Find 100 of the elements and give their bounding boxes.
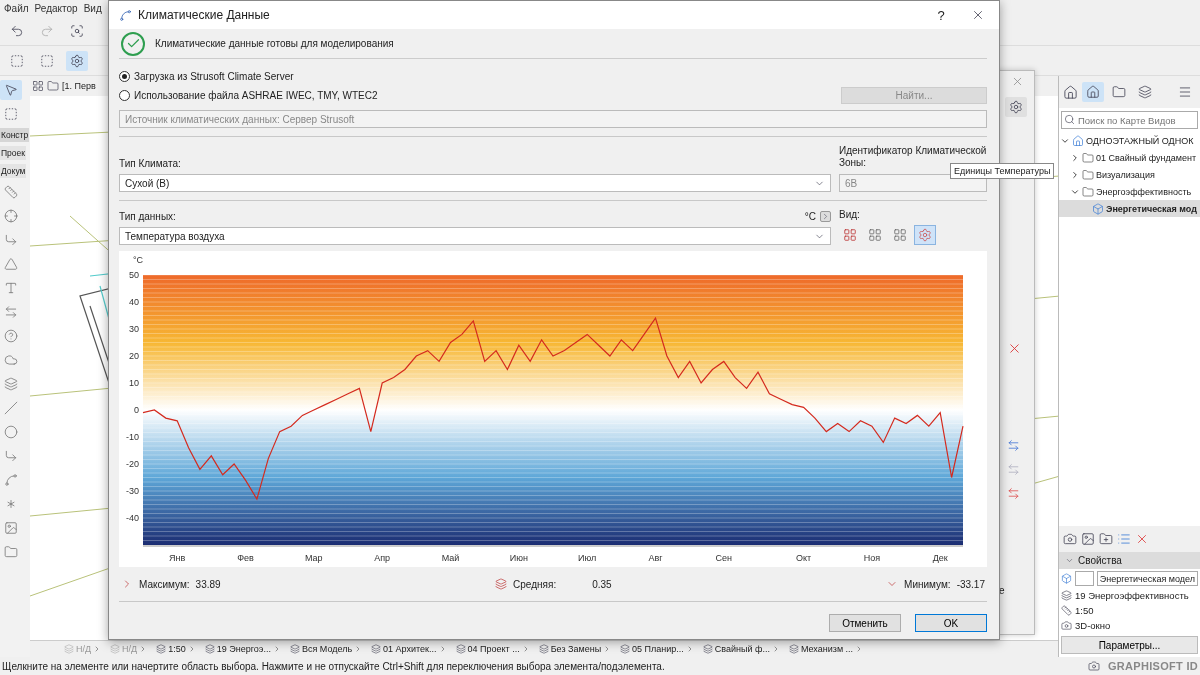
- star-tool-icon: [4, 497, 18, 511]
- view-setting-button[interactable]: Механизм ...: [784, 644, 868, 654]
- chevron-right-icon[interactable]: [1070, 152, 1080, 163]
- property-value: 19 Энергоэффективность: [1075, 590, 1189, 601]
- triangle-tool-icon: [4, 257, 18, 271]
- y-tick-label: -30: [126, 486, 139, 496]
- menu-item[interactable]: Редактор: [34, 2, 78, 14]
- crosshair-tool-icon: [4, 209, 18, 223]
- data-type-select[interactable]: Температура воздуха: [119, 227, 831, 245]
- y-tick-label: -40: [126, 513, 139, 523]
- arc-logo-icon: [119, 8, 132, 22]
- gear-button[interactable]: [1005, 97, 1027, 117]
- layers-icon: [455, 644, 466, 654]
- y-tick-label: 0: [134, 405, 139, 415]
- view-setting-button[interactable]: 05 Планир...: [616, 644, 698, 654]
- undo-icon: [10, 23, 24, 38]
- y-tick-label: -20: [126, 459, 139, 469]
- layers-icon: [1061, 590, 1072, 601]
- marquee-icon: [40, 53, 54, 68]
- cancel-button[interactable]: Отменить: [829, 614, 901, 632]
- folder-icon: [1082, 168, 1094, 181]
- swap-icon: [1007, 439, 1020, 452]
- source-field: Источник климатических данных: Сервер Strusoft: [119, 110, 987, 128]
- x-tick-label: Май: [441, 553, 460, 563]
- view-map-button[interactable]: [1082, 82, 1104, 102]
- id-field[interactable]: [1075, 571, 1094, 586]
- view-setting-button[interactable]: Вся Модель: [285, 644, 367, 654]
- view-setting-button[interactable]: Свайный ф...: [698, 644, 784, 654]
- camera-icon: [1061, 620, 1072, 631]
- menu-item[interactable]: Вид: [83, 2, 102, 14]
- layers-icon: [788, 644, 799, 654]
- x-tick-label: Авг: [648, 553, 663, 563]
- palette-tab[interactable]: Докум: [0, 164, 27, 178]
- radio-button[interactable]: [119, 71, 130, 82]
- properties-header[interactable]: Свойства: [1059, 552, 1200, 569]
- selection-icon: [10, 53, 24, 68]
- radio-label[interactable]: Загрузка из Strusoft Climate Server: [134, 71, 294, 82]
- x-tick-label: Фев: [237, 553, 254, 563]
- x-tick-label: Сен: [715, 553, 733, 563]
- units-tooltip: Единицы Температуры: [950, 163, 1055, 179]
- y-tick-label: 50: [129, 270, 139, 280]
- cube-icon: [1092, 202, 1104, 215]
- stat-label: Средняя:: [513, 578, 557, 590]
- palette-tab[interactable]: Проек: [0, 146, 26, 160]
- view-setting-button[interactable]: 01 Архитек...: [367, 644, 451, 654]
- gear-button[interactable]: [66, 50, 88, 71]
- view-setting-button[interactable]: 19 Энергоэ...: [200, 644, 285, 654]
- climate-select[interactable]: Сухой (B): [119, 174, 831, 192]
- gear-icon: [70, 53, 84, 68]
- pointer-button[interactable]: [0, 80, 22, 100]
- view-mode-button[interactable]: [914, 225, 936, 245]
- property-value: 1:50: [1075, 605, 1094, 616]
- layers-icon: [620, 644, 631, 654]
- close-icon: [971, 8, 985, 22]
- layers-icon: [538, 644, 549, 654]
- house-icon: [1072, 134, 1084, 147]
- tree-item[interactable]: Энергоэффективность: [1059, 183, 1200, 200]
- tree-item[interactable]: Энергетическая мод: [1059, 200, 1200, 217]
- tree-item[interactable]: 01 Свайный фундамент: [1059, 149, 1200, 166]
- marquee-tool-icon: [4, 107, 18, 121]
- data-type-label: Тип данных:: [119, 211, 176, 222]
- circle-tool-icon: [4, 425, 18, 439]
- stat-value: -33.17: [956, 578, 985, 590]
- line-tool-icon: [4, 401, 18, 415]
- tree-item[interactable]: ОДНОЭТАЖНЫЙ ОДНОК: [1059, 132, 1200, 149]
- tree-item[interactable]: Визуализация: [1059, 166, 1200, 183]
- check-icon: [121, 31, 145, 56]
- caret-icon: [821, 212, 830, 221]
- radio-label[interactable]: Использование файла ASHRAE IWEC, TMY, WTEC2: [134, 90, 378, 101]
- folder-icon: [1112, 85, 1126, 99]
- menu-item[interactable]: Файл: [4, 2, 29, 14]
- layers-icon: [371, 644, 382, 654]
- settings-button[interactable]: Параметры...: [1061, 636, 1198, 654]
- name-field[interactable]: Энергетическая модел: [1096, 571, 1198, 586]
- x-tick-label: Дек: [932, 553, 948, 563]
- swap-icon: [1007, 463, 1020, 476]
- x-tick-label: Окт: [795, 553, 812, 563]
- stat-value: 0.35: [592, 578, 612, 590]
- camera-icon: [1087, 660, 1100, 672]
- units-button[interactable]: [820, 211, 831, 222]
- ok-button[interactable]: OK: [915, 614, 987, 632]
- close-icon: [1011, 75, 1024, 88]
- search-field[interactable]: Поиск по Карте Видов: [1061, 111, 1198, 129]
- view-tab[interactable]: [1. Перв: [62, 81, 96, 91]
- layers-icon: [1138, 85, 1152, 99]
- gear-icon: [1009, 100, 1023, 114]
- x-tick-label: Июл: [578, 553, 597, 563]
- radio-button[interactable]: [119, 90, 130, 101]
- x-tick-label: Янв: [169, 553, 186, 563]
- help-button[interactable]: ?: [921, 7, 961, 23]
- palette-tab[interactable]: Констр: [0, 128, 30, 142]
- view-map-icon: [1086, 85, 1100, 99]
- image-tool-icon: [4, 521, 18, 535]
- view-setting-button[interactable]: 04 Проект ...: [451, 644, 534, 654]
- layers-icon: [289, 644, 300, 654]
- axis-unit: °C: [133, 255, 144, 265]
- view-setting-button[interactable]: 1:50: [152, 644, 200, 654]
- view-setting-button[interactable]: Без Замены: [534, 644, 616, 654]
- chevron-right-icon[interactable]: [1070, 169, 1080, 180]
- x-tick-label: Мар: [305, 553, 323, 563]
